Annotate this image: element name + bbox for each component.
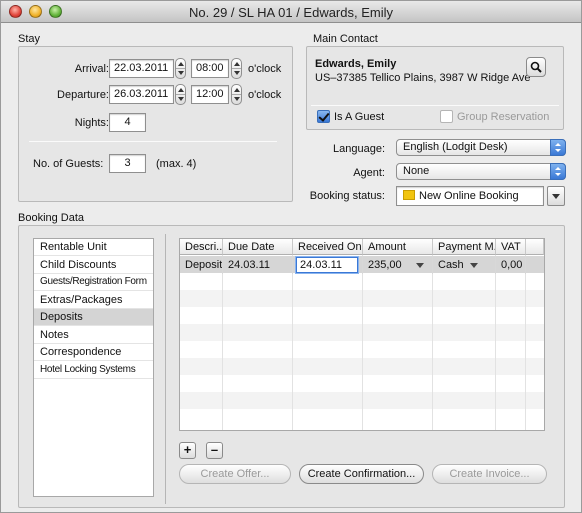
stay-group-box: Arrival: 22.03.2011 08:00 o'clock Depart… — [18, 46, 293, 202]
departure-date-stepper[interactable] — [175, 84, 186, 105]
nights-field[interactable]: 4 — [109, 113, 146, 132]
cell-payment-method[interactable]: Cash — [433, 256, 496, 274]
arrival-time-stepper[interactable] — [231, 58, 242, 79]
group-reservation-checkbox[interactable] — [440, 110, 453, 123]
arrival-date-stepper[interactable] — [175, 58, 186, 79]
main-contact-group-box: Edwards, Emily US–37385 Tellico Plains, … — [306, 46, 564, 130]
nav-item-correspondence[interactable]: Correspondence — [34, 344, 153, 361]
column-divider — [432, 255, 433, 430]
cell-text: 235,00 — [368, 259, 402, 271]
cell-text: Deposit — [185, 259, 223, 271]
booking-status-label: Booking status: — [309, 190, 385, 202]
departure-label: Departure: — [57, 89, 109, 101]
cell-text: 24.03.11 — [228, 259, 271, 271]
cell-text: Cash — [438, 259, 464, 271]
booking-status-combo[interactable]: New Online Booking — [396, 186, 544, 206]
reservation-window: No. 29 / SL HA 01 / Edwards, Emily Stay … — [0, 0, 582, 513]
chevron-down-icon[interactable] — [415, 262, 424, 268]
nav-item-deposits[interactable]: Deposits — [34, 309, 153, 326]
booking-data-nav-list: Rentable Unit Child Discounts Guests/Regis… — [33, 238, 154, 497]
booking-data-divider — [165, 234, 166, 504]
create-invoice-button[interactable]: Create Invoice... — [432, 464, 547, 484]
agent-label: Agent: — [353, 167, 385, 179]
arrival-oclock-label: o'clock — [248, 63, 282, 75]
remove-deposit-button[interactable]: – — [206, 442, 223, 459]
guests-label: No. of Guests: — [33, 158, 104, 170]
column-divider — [495, 255, 496, 430]
stay-group-label: Stay — [18, 33, 41, 45]
stay-separator — [29, 141, 277, 142]
nav-item-child-discounts[interactable]: Child Discounts — [34, 257, 153, 274]
cell-vat[interactable]: 0,00 — [496, 256, 526, 274]
booking-status-dropdown-button[interactable] — [547, 186, 565, 206]
column-divider — [525, 255, 526, 430]
nav-item-extras-packages[interactable]: Extras/Packages — [34, 292, 153, 309]
received-on-edit-field[interactable]: 24.03.11 — [296, 257, 358, 273]
column-header-description[interactable]: Descri... — [180, 239, 223, 255]
cell-amount[interactable]: 235,00 — [363, 256, 433, 274]
create-confirmation-button[interactable]: Create Confirmation... — [299, 464, 424, 484]
column-divider — [362, 255, 363, 430]
booking-status-value: New Online Booking — [419, 190, 519, 202]
create-offer-button[interactable]: Create Offer... — [179, 464, 291, 484]
nav-item-rentable-unit[interactable]: Rentable Unit — [34, 239, 153, 256]
column-header-amount[interactable]: Amount — [363, 239, 433, 255]
popup-arrows-icon — [550, 139, 566, 156]
nav-item-guests-registration-form[interactable]: Guests/Registration Form — [34, 274, 153, 291]
arrival-time-field[interactable]: 08:00 — [191, 59, 229, 78]
language-label: Language: — [333, 143, 385, 155]
departure-time-stepper[interactable] — [231, 84, 242, 105]
agent-popup[interactable]: None — [396, 163, 566, 180]
language-value: English (Lodgit Desk) — [403, 141, 508, 153]
is-guest-checkbox[interactable] — [317, 110, 330, 123]
contact-name: Edwards, Emily — [315, 58, 397, 70]
status-color-swatch — [403, 190, 415, 200]
cell-text: 0,00 — [501, 259, 523, 271]
cell-due-date[interactable]: 24.03.11 — [223, 256, 293, 274]
departure-oclock-label: o'clock — [248, 89, 282, 101]
guests-field[interactable]: 3 — [109, 154, 146, 173]
search-contact-button[interactable] — [526, 57, 546, 77]
magnifier-icon — [530, 61, 542, 73]
arrival-date-field[interactable]: 22.03.2011 — [109, 59, 174, 78]
column-divider — [222, 255, 223, 430]
main-contact-group-label: Main Contact — [313, 33, 378, 45]
chevron-down-icon[interactable] — [469, 262, 478, 268]
window-title: No. 29 / SL HA 01 / Edwards, Emily — [189, 5, 393, 20]
deposits-table[interactable]: Descri... Due Date Received On Amount Paymen… — [179, 238, 545, 431]
title-bar[interactable]: No. 29 / SL HA 01 / Edwards, Emily — [1, 1, 581, 23]
column-header-due-date[interactable]: Due Date — [223, 239, 293, 255]
agent-value: None — [403, 165, 430, 177]
departure-date-field[interactable]: 26.03.2011 — [109, 85, 174, 104]
column-header-received-on[interactable]: Received On — [293, 239, 363, 255]
cell-description[interactable]: Deposit — [180, 256, 223, 274]
booking-data-group-label: Booking Data — [18, 212, 85, 224]
nav-item-hotel-locking-systems[interactable]: Hotel Locking Systems — [34, 362, 153, 379]
language-popup[interactable]: English (Lodgit Desk) — [396, 139, 566, 156]
column-header-filler — [526, 239, 544, 255]
arrival-label: Arrival: — [74, 63, 109, 75]
chevron-down-icon — [552, 194, 560, 199]
contact-separator — [311, 105, 559, 106]
nav-item-notes[interactable]: Notes — [34, 327, 153, 344]
column-header-payment-method[interactable]: Payment M... — [433, 239, 496, 255]
group-reservation-label: Group Reservation — [457, 111, 550, 123]
column-header-vat[interactable]: VAT — [496, 239, 526, 255]
guests-max-label: (max. 4) — [156, 158, 197, 170]
departure-time-field[interactable]: 12:00 — [191, 85, 229, 104]
is-guest-label: Is A Guest — [334, 111, 385, 123]
contact-address: US–37385 Tellico Plains, 3987 W Ridge Av… — [315, 72, 531, 84]
column-divider — [292, 255, 293, 430]
nights-label: Nights: — [74, 117, 109, 129]
popup-arrows-icon — [550, 163, 566, 180]
cell-received-on[interactable]: 24.03.11 — [293, 256, 363, 274]
add-deposit-button[interactable]: + — [179, 442, 196, 459]
